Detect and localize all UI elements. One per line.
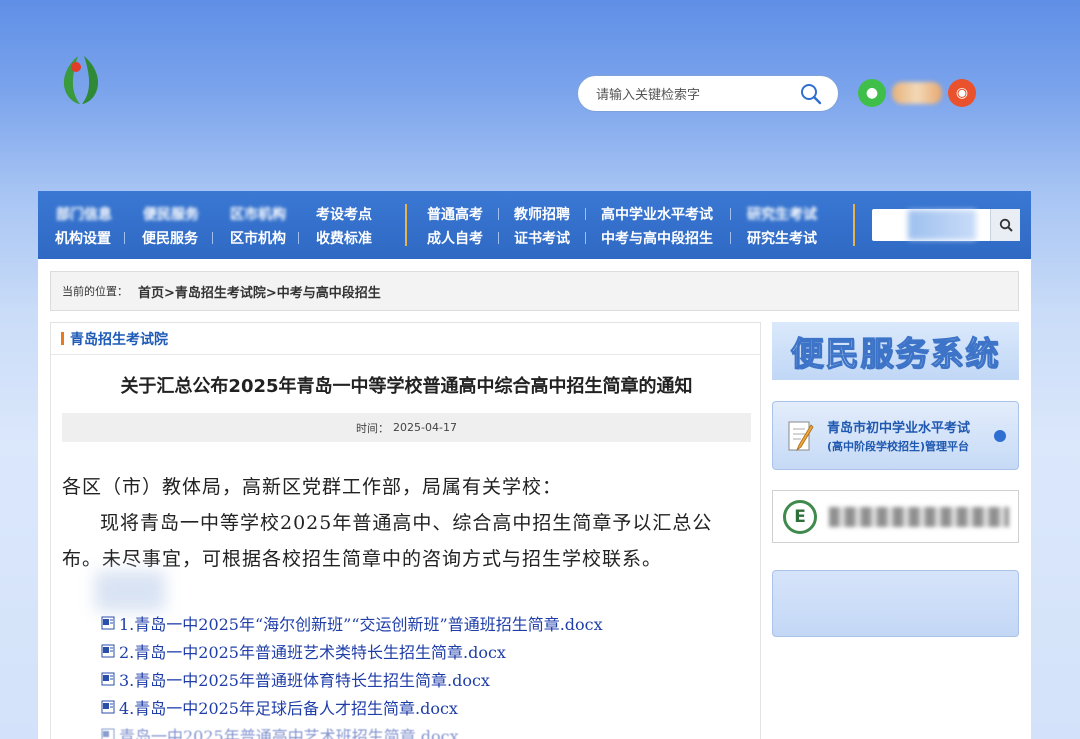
nav-item-fee-standard[interactable]: 收费标准 <box>316 228 372 248</box>
arrow-right-icon <box>994 430 1006 442</box>
nav-divider <box>405 204 407 246</box>
blank-banner[interactable] <box>772 570 1019 637</box>
education-emblem-icon: E <box>783 499 817 534</box>
article-body: 各区（市）教体局，高新区党群工作部，局属有关学校： 现将青岛一中等学校2025年… <box>62 469 742 577</box>
attachment-link[interactable]: 2.青岛一中2025年普通班艺术类特长生招生简章.docx <box>101 637 603 665</box>
nav-search-input[interactable] <box>908 210 976 240</box>
article-date-bar: 时间： 2025-04-17 <box>62 413 751 442</box>
date-label: 时间： <box>356 421 390 435</box>
doc-icon <box>101 700 115 714</box>
attachment-list: 1.青岛一中2025年“海尔创新班”“交运创新班”普通班招生简章.docx 2.… <box>101 609 603 739</box>
exam-platform-banner[interactable]: 青岛市初中学业水平考试 (高中阶段学校招生)管理平台 <box>772 401 1019 470</box>
article-panel: 青岛招生考试院 关于汇总公布2025年青岛一中等学校普通高中综合高中招生简章的通… <box>50 322 761 739</box>
weibo-icon[interactable]: ◉ <box>948 79 976 107</box>
nav-item-cert-exam[interactable]: 证书考试 <box>514 228 570 248</box>
nav-item-gaokao[interactable]: 普通高考 <box>427 204 483 224</box>
attachment-link[interactable]: 1.青岛一中2025年“海尔创新班”“交运创新班”普通班招生简章.docx <box>101 609 603 637</box>
doc-icon <box>101 672 115 686</box>
section-header: 青岛招生考试院 <box>51 323 760 355</box>
service-system-banner[interactable]: 便民服务系统 <box>772 322 1019 380</box>
breadcrumb-prefix: 当前的位置： <box>62 285 128 298</box>
nav-item-district-top[interactable]: 区市机构 <box>230 204 286 224</box>
search-icon[interactable] <box>800 83 822 105</box>
doc-icon <box>101 616 115 630</box>
wechat-icon[interactable]: ● <box>858 79 886 107</box>
nav-item-teacher-recruit[interactable]: 教师招聘 <box>514 204 570 224</box>
doc-icon <box>101 728 115 739</box>
blurred-social-icons <box>892 82 942 104</box>
service-system-title: 便民服务系统 <box>790 333 1001 373</box>
education-link-banner[interactable]: E <box>772 490 1019 543</box>
attachment-link[interactable]: 青岛一中2025年普通高中艺术班招生简章.docx <box>101 721 603 739</box>
breadcrumb: 当前的位置： 首页>青岛招生考试院>中考与高中段招生 <box>50 271 1019 311</box>
exam-platform-subtitle: (高中阶段学校招生)管理平台 <box>827 440 970 453</box>
site-logo[interactable] <box>58 50 104 110</box>
nav-item-service-top[interactable]: 便民服务 <box>143 204 199 224</box>
nav-search-button[interactable] <box>990 209 1020 241</box>
doc-icon <box>101 644 115 658</box>
nav-item-district-org[interactable]: 区市机构 <box>230 228 286 248</box>
header-search[interactable]: 请输入关键检索字 <box>577 75 839 112</box>
main-nav: 部门信息 便民服务 区市机构 考设考点 机构设置 便民服务 区市机构 收费标准 … <box>38 191 1031 259</box>
nav-divider <box>853 204 855 246</box>
section-title[interactable]: 青岛招生考试院 <box>70 329 168 349</box>
edit-document-icon <box>788 421 814 451</box>
social-links: ● ◉ <box>858 79 976 107</box>
search-input[interactable]: 请输入关键检索字 <box>596 84 800 103</box>
article-paragraph: 现将青岛一中等学校2025年普通高中、综合高中招生简章予以汇总公布。未尽事宜，可… <box>62 512 713 570</box>
nav-item-org-structure[interactable]: 机构设置 <box>55 228 111 248</box>
attachment-link[interactable]: 3.青岛一中2025年普通班体育特长生招生简章.docx <box>101 665 603 693</box>
nav-item-hs-proficiency[interactable]: 高中学业水平考试 <box>601 204 713 224</box>
nav-item-public-service[interactable]: 便民服务 <box>142 228 198 248</box>
search-icon <box>999 218 1013 232</box>
nav-search[interactable] <box>872 209 1020 241</box>
nav-item-grad-exam[interactable]: 研究生考试 <box>747 228 817 248</box>
article-salutation: 各区（市）教体局，高新区党群工作部，局属有关学校： <box>62 476 563 498</box>
blurred-attachment-label <box>95 571 165 611</box>
attachment-link[interactable]: 4.青岛一中2025年足球后备人才招生简章.docx <box>101 693 603 721</box>
nav-item-exam-sites[interactable]: 考设考点 <box>316 204 372 224</box>
nav-item-dept-info[interactable]: 部门信息 <box>56 204 112 224</box>
article-date: 2025-04-17 <box>393 421 457 434</box>
blurred-banner-text <box>829 506 1009 527</box>
breadcrumb-path[interactable]: 首页>青岛招生考试院>中考与高中段招生 <box>138 282 381 301</box>
section-marker <box>61 332 64 345</box>
exam-platform-title: 青岛市初中学业水平考试 <box>827 421 971 436</box>
article-title: 关于汇总公布2025年青岛一中等学校普通高中综合高中招生简章的通知 <box>120 376 693 397</box>
nav-item-zhongkao[interactable]: 中考与高中段招生 <box>601 228 713 248</box>
nav-item-grad-top[interactable]: 研究生考试 <box>747 204 817 224</box>
nav-item-adult-exam[interactable]: 成人自考 <box>427 228 483 248</box>
